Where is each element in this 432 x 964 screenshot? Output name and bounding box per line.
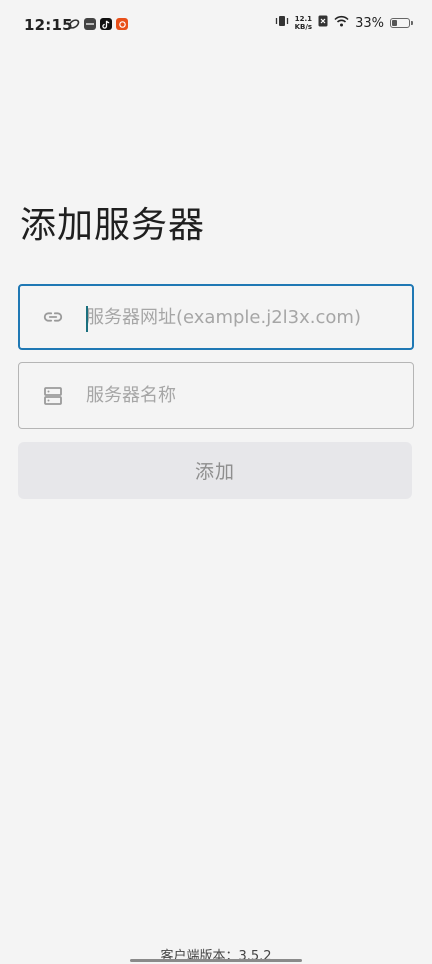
net-speed-value: 12.1: [294, 15, 312, 23]
tiktok-icon: [100, 18, 112, 30]
home-indicator[interactable]: [130, 959, 302, 962]
page-title: 添加服务器: [20, 205, 206, 246]
no-sim-icon: [318, 15, 328, 31]
server-url-input[interactable]: [86, 286, 396, 348]
notification-icons: [68, 18, 128, 30]
status-right: 12.1 KB/s 33%: [275, 15, 413, 31]
taobao-icon: [116, 18, 128, 30]
battery-icon: [390, 18, 413, 28]
app-badge-icon: [84, 18, 96, 30]
loop-app-icon: [68, 18, 80, 30]
status-bar: 12:15 12.1 KB/s 33%: [0, 0, 432, 52]
server-name-input[interactable]: [86, 363, 397, 428]
add-button[interactable]: 添加: [18, 442, 412, 499]
battery-percent: 33%: [355, 15, 384, 31]
link-icon: [42, 306, 64, 328]
net-speed-unit: KB/s: [294, 23, 313, 31]
server-name-field[interactable]: [18, 362, 414, 429]
net-speed: 12.1 KB/s: [295, 15, 312, 31]
server-url-field[interactable]: [18, 284, 414, 350]
text-cursor: [86, 306, 88, 332]
status-time: 12:15: [24, 16, 73, 34]
vibrate-icon: [275, 15, 289, 31]
wifi-icon: [334, 15, 349, 31]
server-icon: [42, 385, 64, 407]
